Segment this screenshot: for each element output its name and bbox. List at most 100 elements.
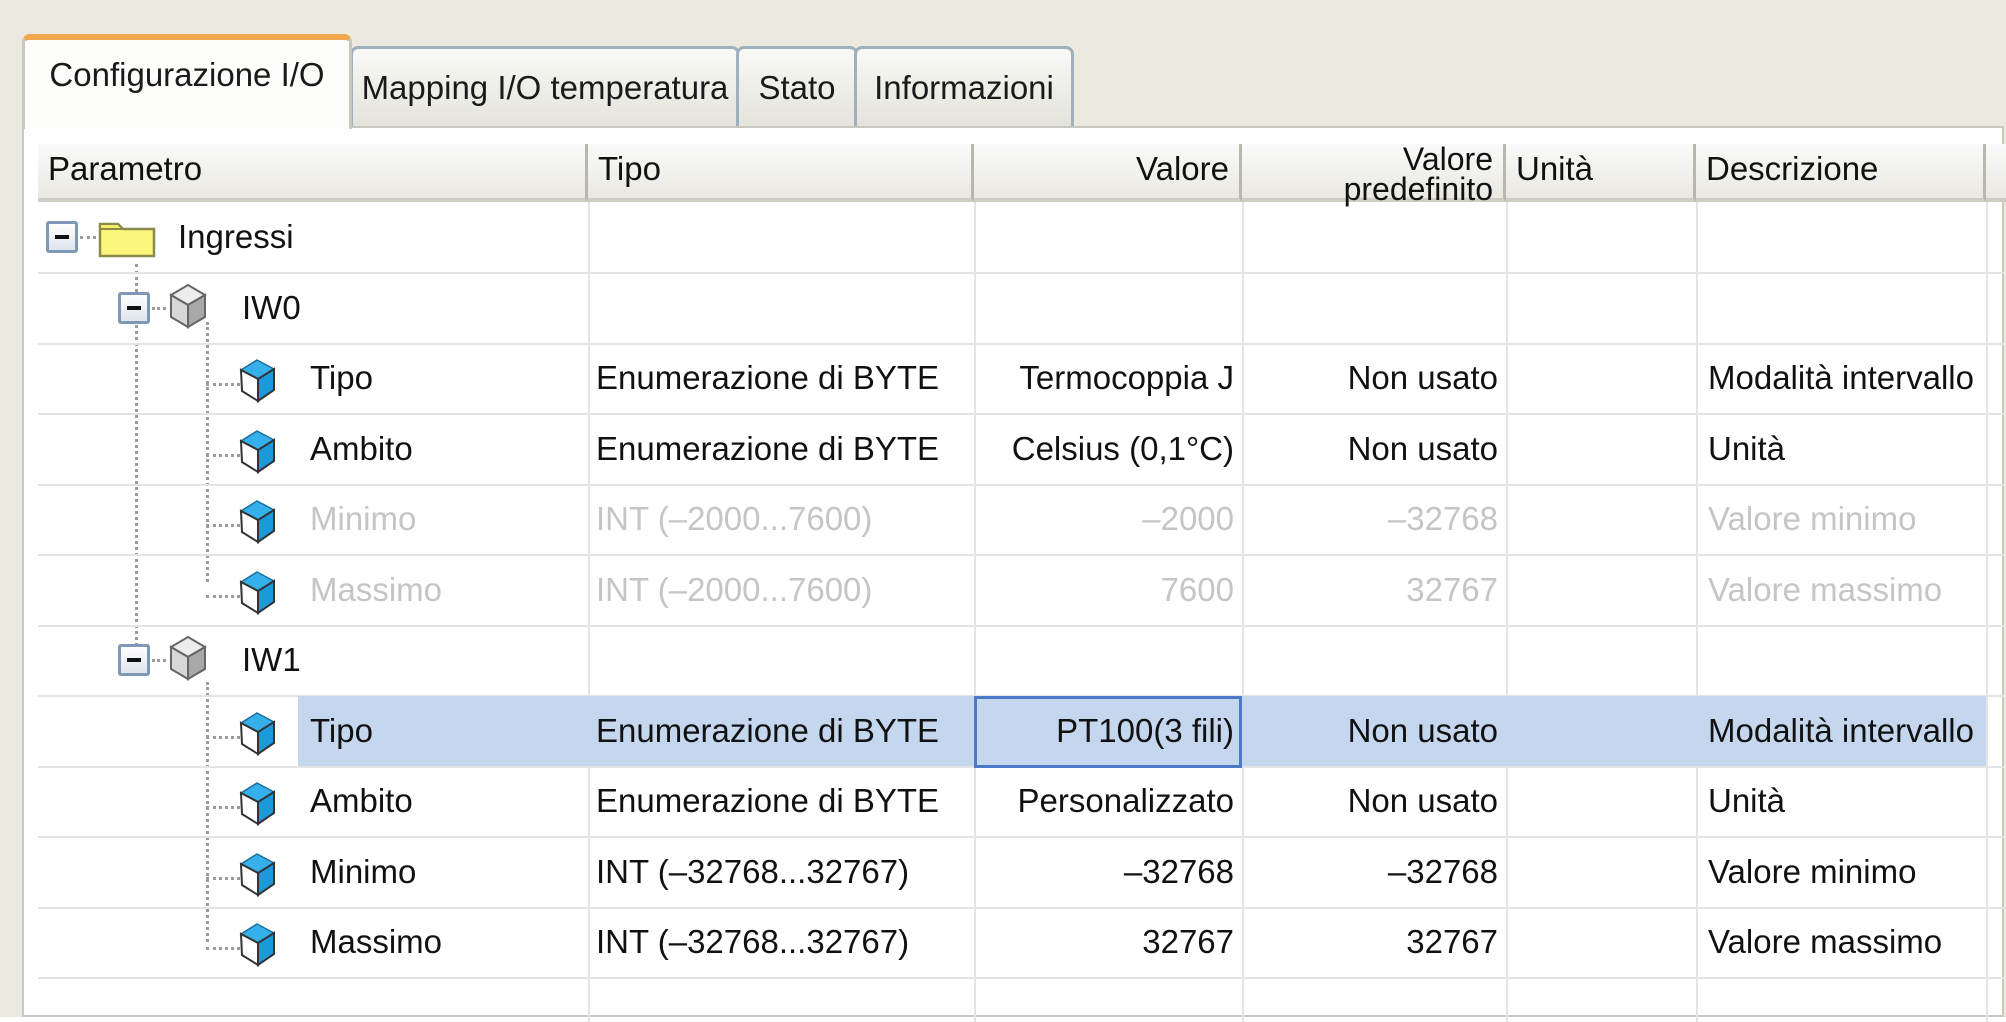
cell-unita bbox=[1506, 696, 1696, 766]
parameter-name: Ambito bbox=[310, 429, 413, 467]
cell-predefinito bbox=[1242, 273, 1506, 343]
cell-valore: 7600 bbox=[1160, 570, 1234, 608]
io-configuration-window: Configurazione I/O Mapping I/O temperatu… bbox=[0, 0, 2006, 1022]
cell-valore: –2000 bbox=[1142, 500, 1234, 537]
cell-tipo bbox=[596, 625, 972, 695]
parameter-cube-icon bbox=[238, 710, 278, 761]
parameter-cube-icon bbox=[238, 569, 278, 620]
parameter-cube-icon bbox=[238, 921, 278, 972]
collapse-toggle-icon[interactable] bbox=[118, 291, 150, 324]
cell-unita bbox=[1506, 837, 1696, 907]
cell-predefinito: –32768 bbox=[1387, 852, 1498, 890]
tree-connector-line bbox=[206, 735, 240, 739]
cell-descrizione bbox=[1708, 202, 1986, 272]
tree-connector-line bbox=[206, 947, 240, 950]
table-row[interactable]: Ambito Enumerazione di BYTE Personalizzato… bbox=[38, 766, 2004, 838]
cell-tipo: INT (–32768...32767) bbox=[596, 852, 910, 890]
cell-tipo bbox=[596, 273, 972, 343]
cell-tipo: Enumerazione di BYTE bbox=[596, 711, 940, 749]
tab-mapping-io-temperatura[interactable]: Mapping I/O temperatura bbox=[350, 46, 740, 126]
cell-valore[interactable]: –32768 bbox=[974, 837, 1242, 907]
cell-tipo bbox=[596, 202, 972, 272]
tree-connector-line bbox=[206, 453, 240, 457]
tree-connector-line bbox=[80, 236, 96, 239]
parameter-name: Massimo bbox=[310, 570, 443, 608]
cell-descrizione: Unità bbox=[1708, 782, 1786, 819]
collapse-toggle-icon[interactable] bbox=[46, 221, 78, 253]
folder-icon bbox=[98, 216, 156, 263]
cell-valore bbox=[974, 273, 1242, 343]
parameter-name: Ambito bbox=[310, 782, 413, 819]
cell-tipo: Enumerazione di BYTE bbox=[596, 782, 940, 819]
cell-predefinito: 32767 bbox=[1406, 923, 1498, 960]
parameter-name: IW1 bbox=[242, 641, 301, 678]
tab-stato[interactable]: Stato bbox=[736, 46, 858, 126]
column-header-descrizione[interactable]: Descrizione bbox=[1696, 144, 1986, 202]
cell-valore[interactable]: Celsius (0,1°C) bbox=[974, 414, 1242, 484]
cell-predefinito: Non usato bbox=[1347, 711, 1498, 749]
table-row[interactable]: Minimo INT (–32768...32767) –32768 –32768 Va… bbox=[38, 837, 2004, 909]
value-cell-focus[interactable] bbox=[974, 695, 1242, 768]
cell-valore bbox=[974, 202, 1242, 272]
cell-tipo: INT (–2000...7600) bbox=[596, 570, 873, 608]
cell-tipo: INT (–32768...32767) bbox=[596, 923, 910, 960]
table-row[interactable]: Tipo Enumerazione di BYTE Termocoppia J Non… bbox=[38, 343, 2004, 415]
parameter-cube-icon bbox=[238, 851, 278, 902]
table-row[interactable]: Ambito Enumerazione di BYTE Celsius (0,1°C… bbox=[38, 414, 2004, 486]
parameter-name: IW0 bbox=[242, 288, 301, 326]
column-header-valore-predefinito[interactable]: Valore predefinito bbox=[1242, 141, 1506, 207]
table-row[interactable]: Tipo Enumerazione di BYTE PT100(3 fili) Non… bbox=[38, 695, 2004, 768]
parameter-cube-icon bbox=[238, 357, 278, 408]
table-row[interactable]: Ingressi bbox=[38, 202, 2004, 274]
cell-predefinito: –32768 bbox=[1387, 500, 1498, 537]
cell-valore[interactable]: 32767 bbox=[974, 907, 1242, 977]
parameter-name: Tipo bbox=[310, 711, 373, 749]
cell-valore[interactable]: Personalizzato bbox=[974, 766, 1242, 836]
cell-descrizione: Valore massimo bbox=[1708, 923, 1943, 960]
table-row[interactable]: Massimo INT (–32768...32767) 32767 32767 Val… bbox=[38, 907, 2004, 979]
cell-descrizione: Valore minimo bbox=[1708, 852, 1917, 890]
cell-unita bbox=[1506, 273, 1696, 343]
table-row[interactable]: Minimo INT (–2000...7600) –2000 –32768 Valor… bbox=[38, 484, 2004, 556]
cell-unita bbox=[1506, 907, 1696, 977]
cell-valore[interactable]: Termocoppia J bbox=[974, 343, 1242, 413]
column-header-valore[interactable]: Valore bbox=[974, 144, 1242, 202]
table-row[interactable]: IW0 bbox=[38, 273, 2004, 345]
cell-tipo: Enumerazione di BYTE bbox=[596, 359, 940, 396]
cell-unita bbox=[1506, 766, 1696, 836]
tree-connector-line bbox=[206, 383, 240, 386]
column-header-predefinito-line2: predefinito bbox=[1343, 171, 1493, 207]
tab-configurazione-io[interactable]: Configurazione I/O bbox=[22, 34, 352, 129]
cell-unita bbox=[1506, 202, 1696, 272]
parameter-cube-icon bbox=[238, 428, 278, 479]
table-row[interactable]: IW1 bbox=[38, 625, 2004, 697]
cell-predefinito: Non usato bbox=[1347, 782, 1498, 819]
column-header-unita[interactable]: Unità bbox=[1506, 144, 1696, 202]
table-row[interactable]: Massimo INT (–2000...7600) 7600 32767 Valore… bbox=[38, 555, 2004, 627]
channel-cube-icon bbox=[168, 283, 208, 334]
tree-connector-line bbox=[206, 806, 240, 809]
cell-descrizione: Modalità intervallo bbox=[1708, 359, 1974, 396]
cell-unita bbox=[1506, 484, 1696, 554]
cell-predefinito bbox=[1242, 625, 1506, 695]
tree-connector-line bbox=[206, 876, 240, 880]
tab-informazioni[interactable]: Informazioni bbox=[854, 46, 1074, 126]
cell-unita bbox=[1506, 625, 1696, 695]
column-header-predefinito-line1: Valore bbox=[1402, 141, 1493, 177]
cell-descrizione: Valore massimo bbox=[1708, 570, 1943, 608]
cell-predefinito: Non usato bbox=[1347, 359, 1498, 396]
column-header-tipo[interactable]: Tipo bbox=[588, 144, 974, 202]
column-header-parametro[interactable]: Parametro bbox=[38, 144, 588, 202]
cell-unita bbox=[1506, 414, 1696, 484]
parameter-name: Minimo bbox=[310, 500, 417, 537]
collapse-toggle-icon[interactable] bbox=[118, 644, 150, 676]
channel-cube-icon bbox=[168, 635, 208, 686]
parameter-name: Ingressi bbox=[178, 218, 294, 255]
parameter-name: Minimo bbox=[310, 852, 417, 890]
content-panel: Parametro Tipo Valore Valore predefinito… bbox=[22, 126, 2006, 1022]
tree-connector-line bbox=[206, 594, 240, 598]
cell-predefinito: Non usato bbox=[1347, 429, 1498, 467]
parameter-cube-icon bbox=[238, 498, 278, 549]
parameter-name: Tipo bbox=[310, 359, 373, 396]
parameter-name: Massimo bbox=[310, 923, 443, 960]
